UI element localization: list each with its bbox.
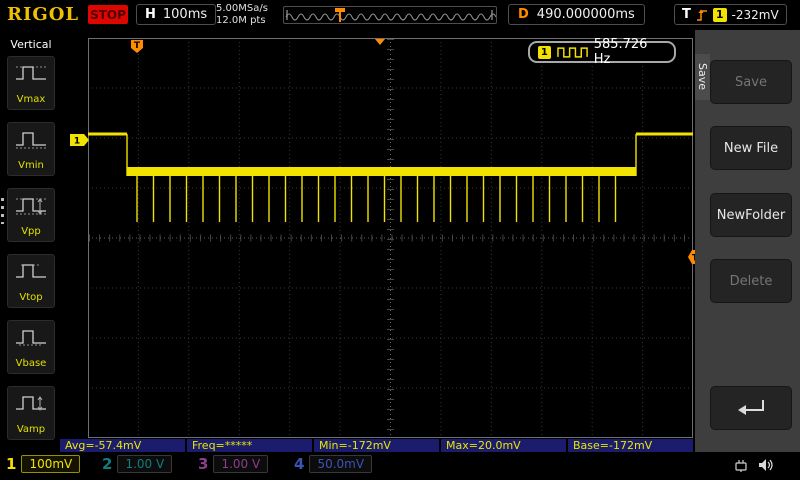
channel-number: 4 xyxy=(294,455,305,473)
trigger-edge-icon xyxy=(696,9,707,21)
sidebar-item-label: Vtop xyxy=(19,292,43,303)
sidebar-title: Vertical xyxy=(10,38,52,51)
horizontal-timebase-box: H 100ms xyxy=(136,4,217,25)
channel-3-status[interactable]: 3 1.00 V xyxy=(198,455,269,473)
back-return-button[interactable] xyxy=(710,386,792,430)
channel-scale: 1.00 V xyxy=(213,455,269,473)
vbase-icon xyxy=(16,330,46,346)
save-button[interactable]: Save xyxy=(710,60,792,104)
trigger-level-value: -232mV xyxy=(731,7,779,22)
delay-label: D xyxy=(518,7,529,22)
channel-scale: 100mV xyxy=(21,455,81,473)
run-state-badge[interactable]: STOP xyxy=(88,5,128,24)
measurement-max: Max=20.0mV xyxy=(441,439,566,452)
top-status-bar: RIGOL STOP H 100ms 5.00MSa/s 12.0M pts D… xyxy=(0,0,800,30)
sidebar-item-label: Vpp xyxy=(21,226,41,237)
thumbnail-waveform-icon xyxy=(285,8,497,22)
channel-number: 2 xyxy=(102,455,113,473)
sidebar-item-vmax[interactable]: Vmax xyxy=(7,56,55,110)
vmax-icon xyxy=(16,66,46,80)
trigger-label: T xyxy=(682,7,691,22)
sidebar-item-vpp[interactable]: Vpp xyxy=(7,188,55,242)
sidebar-item-vamp[interactable]: Vamp xyxy=(7,386,55,440)
vpp-icon xyxy=(16,198,46,215)
channel-scale: 1.00 V xyxy=(117,455,173,473)
channel-number: 3 xyxy=(198,455,209,473)
sidebar-item-label: Vbase xyxy=(15,358,47,369)
svg-text:T: T xyxy=(134,41,141,51)
vamp-icon xyxy=(16,396,46,411)
scope-graticule-and-trace: 1TT xyxy=(70,38,700,438)
vertical-measure-sidebar: Vertical Vmax Vmin Vpp Vtop Vbase Vamp xyxy=(0,30,62,452)
measurement-min: Min=-172mV xyxy=(314,439,439,452)
delay-value: 490.000000ms xyxy=(536,7,635,22)
timebase-value: 100ms xyxy=(162,7,208,22)
sidebar-item-label: Vamp xyxy=(16,424,46,435)
sidebar-scroll-indicator xyxy=(1,198,4,224)
new-file-button[interactable]: New File xyxy=(710,126,792,170)
oscilloscope-screen: RIGOL STOP H 100ms 5.00MSa/s 12.0M pts D… xyxy=(0,0,800,480)
measurement-freq: Freq=***** xyxy=(187,439,312,452)
graticule xyxy=(88,38,693,438)
frequency-counter: 1 585.726 Hz xyxy=(528,37,676,67)
new-folder-button[interactable]: NewFolder xyxy=(710,193,792,237)
channel-2-status[interactable]: 2 1.00 V xyxy=(102,455,173,473)
save-softkey-menu: Save Save New File NewFolder Delete xyxy=(695,30,800,452)
pulse-train-icon xyxy=(556,46,588,58)
waveform-position-thumbnail xyxy=(283,6,497,24)
acquisition-readout: 5.00MSa/s 12.0M pts xyxy=(216,3,268,27)
trigger-readout-box: T 1 -232mV xyxy=(674,4,787,25)
svg-text:1: 1 xyxy=(74,137,80,147)
memory-depth: 12.0M pts xyxy=(216,15,266,26)
usb-icon xyxy=(735,460,747,472)
freq-counter-channel-badge: 1 xyxy=(538,45,551,59)
sidebar-item-label: Vmin xyxy=(18,160,44,171)
return-arrow-icon xyxy=(738,400,764,415)
channel-status-bar: 1 100mV 2 1.00 V 3 1.00 V 4 50.0mV xyxy=(0,452,800,480)
measurement-avg: Avg=-57.4mV xyxy=(60,439,185,452)
channel-4-status[interactable]: 4 50.0mV xyxy=(294,455,373,473)
trigger-source-badge: 1 xyxy=(712,7,727,22)
vtop-icon xyxy=(16,264,46,278)
menu-tab-save: Save xyxy=(695,54,710,100)
speaker-icon[interactable] xyxy=(757,457,774,473)
horizontal-label: H xyxy=(145,7,156,22)
delay-readout-box: D 490.000000ms xyxy=(508,4,645,25)
channel-number: 1 xyxy=(6,455,17,473)
rigol-logo: RIGOL xyxy=(7,4,80,25)
sidebar-item-vbase[interactable]: Vbase xyxy=(7,320,55,374)
channel-1-status[interactable]: 1 100mV xyxy=(6,455,81,473)
waveform-display: 1TT 1 585.726 Hz xyxy=(62,30,700,452)
sidebar-item-label: Vmax xyxy=(16,94,46,105)
freq-counter-value: 585.726 Hz xyxy=(593,37,648,67)
channel-scale: 50.0mV xyxy=(309,455,373,473)
sidebar-item-vmin[interactable]: Vmin xyxy=(7,122,55,176)
measurement-base: Base=-172mV xyxy=(568,439,693,452)
vmin-icon xyxy=(16,132,46,149)
sample-rate: 5.00MSa/s xyxy=(216,3,268,14)
sidebar-item-vtop[interactable]: Vtop xyxy=(7,254,55,308)
delete-button[interactable]: Delete xyxy=(710,259,792,303)
trigger-markers: 1TT xyxy=(70,39,700,264)
